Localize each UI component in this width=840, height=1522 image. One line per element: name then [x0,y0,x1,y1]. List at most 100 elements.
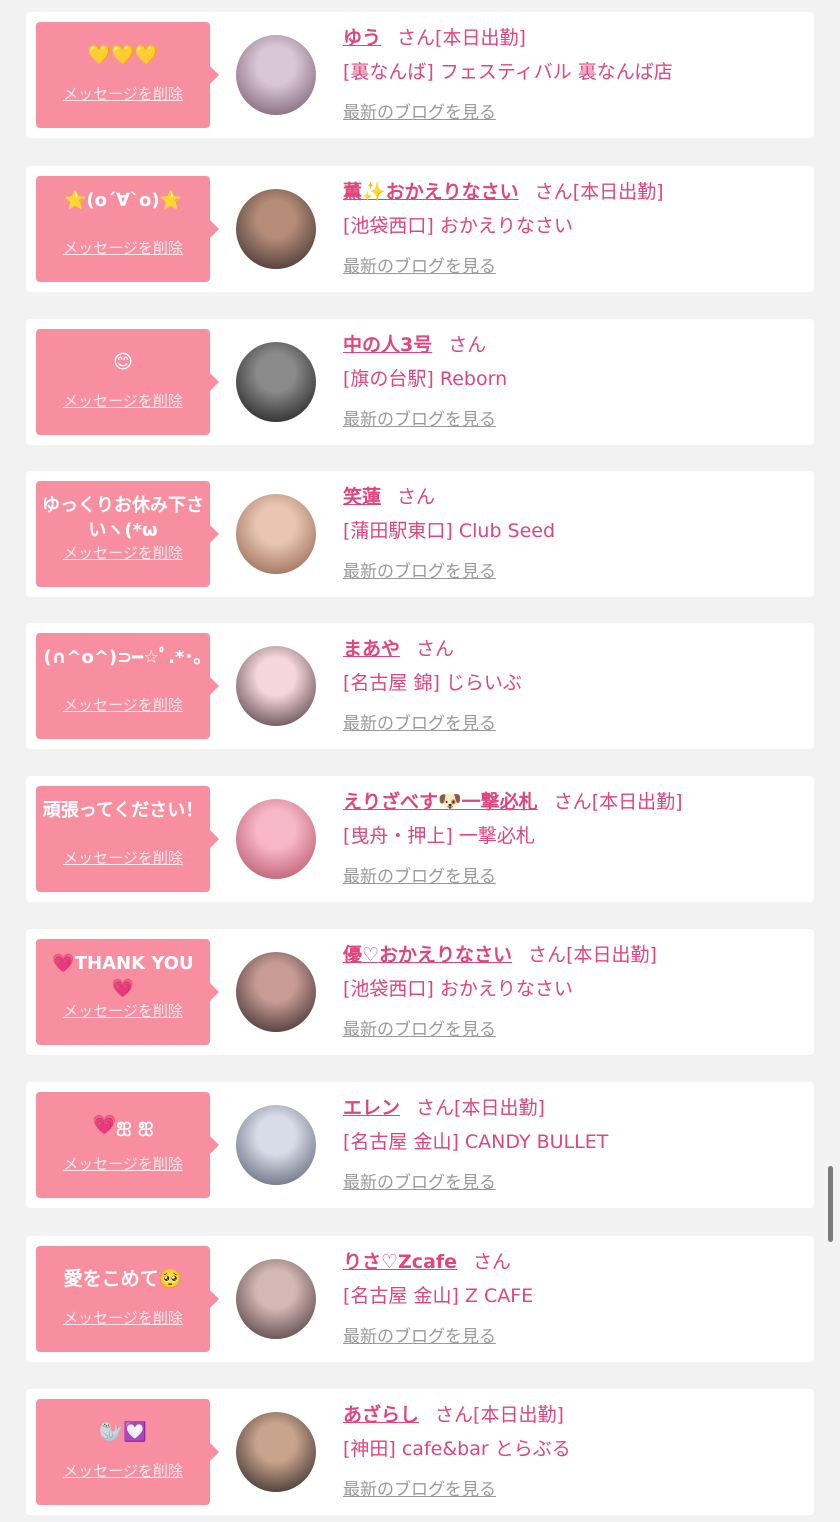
cast-info: 優♡おかえりなさい さん[本日出勤] [池袋西口] おかえりなさい 最新のブログを見る [343,941,804,1040]
avatar[interactable] [236,189,316,269]
latest-blog-link[interactable]: 最新のブログを見る [343,98,496,123]
message-text: ⭐️(o´∀`o)⭐️ [64,190,182,211]
message-card: 愛をこめて🥺 メッセージを削除 りさ♡Zcafe さん [名古屋 金山] Z CAFE 最… [26,1236,814,1362]
scrollbar[interactable] [828,1166,833,1242]
latest-blog-link[interactable]: 最新のブログを見る [343,1322,496,1347]
avatar[interactable] [236,1412,316,1492]
cast-name-line: あざらし さん[本日出勤] [343,1401,804,1429]
avatar[interactable] [236,799,316,879]
message-bubble: 💛💛💛 メッセージを削除 [36,22,219,128]
status-badge: [本日出勤] [435,27,526,49]
shop-name: [旗の台駅] Reborn [343,368,508,390]
cast-name-line: りさ♡Zcafe さん [343,1248,804,1276]
avatar[interactable] [236,1259,316,1339]
status-badge: [本日出勤] [591,791,683,813]
avatar[interactable] [236,952,316,1032]
message-bubble: ゆっくりお休み下さいヽ(*ω メッセージを削除 [36,481,219,587]
message-card: ゆっくりお休み下さいヽ(*ω メッセージを削除 笑蓮 さん [蒲田駅東口] Club S… [26,471,814,597]
avatar[interactable] [236,494,316,574]
honorific: さん [416,1097,455,1119]
message-card: ⭐️(o´∀`o)⭐️ メッセージを削除 薫✨おかえりなさい さん[本日出勤] [池袋西… [26,166,814,292]
delete-message-link[interactable]: メッセージを削除 [36,83,210,104]
cast-name-link[interactable]: りさ♡Zcafe [343,1251,457,1273]
cast-name-link[interactable]: あざらし [343,1404,419,1426]
latest-blog-link[interactable]: 最新のブログを見る [343,405,496,430]
delete-message-link[interactable]: メッセージを削除 [36,237,210,258]
latest-blog-link[interactable]: 最新のブログを見る [343,709,496,734]
message-card: 頑張ってください！ メッセージを削除 えりざべす🐶一撃必札 さん[本日出勤] [曳舟・押… [26,776,814,902]
message-text: ゆっくりお休み下さいヽ(*ω [42,495,204,541]
message-card: 😊 メッセージを削除 中の人3号 さん [旗の台駅] Reborn 最新のブログを見る [26,319,814,445]
avatar[interactable] [236,646,316,726]
cast-name-link[interactable]: 薫✨おかえりなさい [343,181,519,203]
shop-name: [曳舟・押上] 一撃必札 [343,825,535,847]
delete-message-link[interactable]: メッセージを削除 [36,1460,210,1481]
avatar[interactable] [236,342,316,422]
message-card: 💗THANK YOU💗 メッセージを削除 優♡おかえりなさい さん[本日出勤] [池袋西… [26,929,814,1055]
message-text: 🦭💟 [99,1421,147,1443]
latest-blog-link[interactable]: 最新のブログを見る [343,1015,496,1040]
message-list: 💛💛💛 メッセージを削除 ゆう さん[本日出勤] [裏なんば] フェスティバル 裏なんば… [0,0,840,1522]
cast-info: エレン さん[本日出勤] [名古屋 金山] CANDY BULLET 最新のブログを見… [343,1094,804,1193]
shop-name: [池袋西口] おかえりなさい [343,978,573,1000]
cast-name-link[interactable]: 優♡おかえりなさい [343,944,512,966]
cast-name-line: 薫✨おかえりなさい さん[本日出勤] [343,178,804,206]
shop-name: [名古屋 錦] じらいぶ [343,672,522,694]
message-bubble: 頑張ってください！ メッセージを削除 [36,786,219,892]
cast-name-link[interactable]: 笑蓮 [343,486,381,508]
cast-name-line: 中の人3号 さん [343,331,804,359]
message-bubble: 愛をこめて🥺 メッセージを削除 [36,1246,219,1352]
message-card: 💛💛💛 メッセージを削除 ゆう さん[本日出勤] [裏なんば] フェスティバル 裏なんば… [26,12,814,138]
latest-blog-link[interactable]: 最新のブログを見る [343,1168,496,1193]
shop-name: [名古屋 金山] Z CAFE [343,1285,534,1307]
message-text: 💗THANK YOU💗 [52,953,194,999]
message-text: 💛💛💛 [87,44,159,66]
honorific: さん [528,944,567,966]
cast-info: 中の人3号 さん [旗の台駅] Reborn 最新のブログを見る [343,331,804,430]
cast-info: 薫✨おかえりなさい さん[本日出勤] [池袋西口] おかえりなさい 最新のブログを見る [343,178,804,277]
cast-name-line: えりざべす🐶一撃必札 さん[本日出勤] [343,788,804,816]
latest-blog-link[interactable]: 最新のブログを見る [343,862,496,887]
cast-name-link[interactable]: まあや [343,638,400,660]
message-text: 😊 [113,351,133,373]
cast-info: あざらし さん[本日出勤] [神田] cafe&bar とらぶる 最新のブログを見る [343,1401,804,1500]
avatar[interactable] [236,1105,316,1185]
cast-name-line: ゆう さん[本日出勤] [343,24,804,52]
honorific: さん [448,334,487,356]
avatar[interactable] [236,35,316,115]
delete-message-link[interactable]: メッセージを削除 [36,1000,210,1021]
message-bubble: ⭐️(o´∀`o)⭐️ メッセージを削除 [36,176,219,282]
shop-name: [池袋西口] おかえりなさい [343,215,573,237]
message-bubble: 💗THANK YOU💗 メッセージを削除 [36,939,219,1045]
cast-name-line: 優♡おかえりなさい さん[本日出勤] [343,941,804,969]
shop-name: [蒲田駅東口] Club Seed [343,520,556,542]
message-text: 愛をこめて🥺 [63,1268,183,1290]
delete-message-link[interactable]: メッセージを削除 [36,1307,210,1328]
latest-blog-link[interactable]: 最新のブログを見る [343,1475,496,1500]
delete-message-link[interactable]: メッセージを削除 [36,542,210,563]
message-card: 🦭💟 メッセージを削除 あざらし さん[本日出勤] [神田] cafe&bar とらぶる… [26,1389,814,1515]
message-text: (∩^o^)⊃━☆ﾟ.*･｡ [43,647,203,668]
honorific: さん [553,791,592,813]
message-bubble: 🦭💟 メッセージを削除 [36,1399,219,1505]
cast-name-link[interactable]: ゆう [343,27,381,49]
delete-message-link[interactable]: メッセージを削除 [36,694,210,715]
delete-message-link[interactable]: メッセージを削除 [36,390,210,411]
cast-name-link[interactable]: エレン [343,1097,400,1119]
cast-name-link[interactable]: 中の人3号 [343,334,432,356]
message-bubble: 💗ஐ ஐ メッセージを削除 [36,1092,219,1198]
cast-name-link[interactable]: えりざべす🐶一撃必札 [343,791,538,813]
cast-name-line: まあや さん [343,635,804,663]
latest-blog-link[interactable]: 最新のブログを見る [343,557,496,582]
message-bubble: 😊 メッセージを削除 [36,329,219,435]
honorific: さん [534,181,573,203]
message-text: 頑張ってください！ [42,800,204,821]
cast-name-line: 笑蓮 さん [343,483,804,511]
honorific: さん [397,27,436,49]
delete-message-link[interactable]: メッセージを削除 [36,1153,210,1174]
shop-name: [裏なんば] フェスティバル 裏なんば店 [343,61,673,83]
message-text: 💗ஐ ஐ [92,1114,154,1136]
latest-blog-link[interactable]: 最新のブログを見る [343,252,496,277]
cast-info: まあや さん [名古屋 錦] じらいぶ 最新のブログを見る [343,635,804,734]
delete-message-link[interactable]: メッセージを削除 [36,847,210,868]
